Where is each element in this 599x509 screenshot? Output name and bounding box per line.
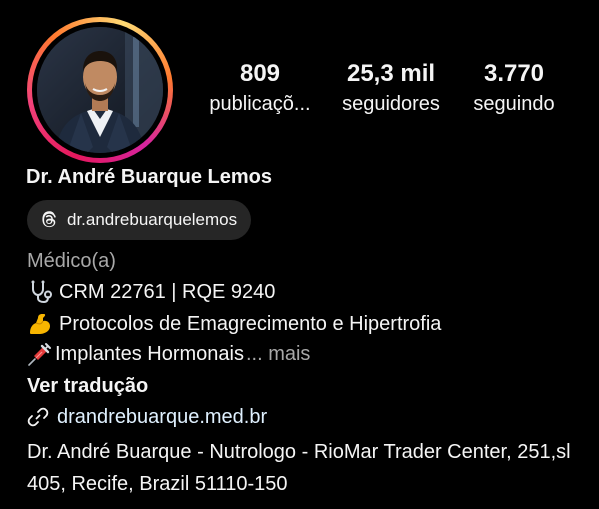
following-count[interactable]: 3.770 seguindo [462,58,566,118]
bio-line-protocols-text: Protocolos de Emagrecimento e Hipertrofi… [59,313,442,335]
threads-handle: dr.andrebuarquelemos [67,210,238,229]
website-link[interactable]: drandrebuarque.med.br [27,403,267,431]
following-count-label: seguindo [473,93,555,115]
person-photo [37,27,163,153]
see-translation-link[interactable]: Ver tradução [27,372,148,400]
posts-count[interactable]: 809 publicaçõ... [198,58,322,118]
profile-header: 809 publicaçõ... 25,3 mil seguidores 3.7… [0,0,599,509]
bio-more-link[interactable]: ... mais [246,340,310,368]
followers-count-label: seguidores [342,93,440,115]
followers-count-value: 25,3 mil [346,60,436,87]
avatar-photo [37,27,163,153]
bio-line-implants: Implantes Hormonais ... mais [27,340,310,368]
profile-avatar[interactable] [27,17,173,163]
bio-line-crm: CRM 22761 | RQE 9240 [27,278,275,306]
flexed-biceps-icon [27,311,53,337]
business-address[interactable]: Dr. André Buarque - Nutrologo - RioMar T… [27,436,592,500]
threads-badge-button[interactable]: dr.andrebuarquelemos [27,200,252,240]
profile-name: Dr. André Buarque Lemos [26,166,272,188]
following-count-value: 3.770 [483,60,545,87]
website-url: drandrebuarque.med.br [57,406,268,428]
bio-line-protocols: Protocolos de Emagrecimento e Hipertrofi… [27,310,441,338]
bio-line-implants-text: Implantes Hormonais [55,343,244,365]
bio-line-crm-text: CRM 22761 | RQE 9240 [59,281,276,303]
syringe-icon [27,341,53,367]
followers-count[interactable]: 25,3 mil seguidores [328,58,454,118]
posts-count-value: 809 [239,60,281,87]
profile-category: Médico(a) [27,250,116,272]
posts-count-label: publicaçõ... [209,93,311,115]
link-icon [27,406,49,428]
profile-stats: 809 publicaçõ... 25,3 mil seguidores 3.7… [198,58,568,118]
threads-icon [39,210,59,230]
stethoscope-icon [27,279,53,305]
